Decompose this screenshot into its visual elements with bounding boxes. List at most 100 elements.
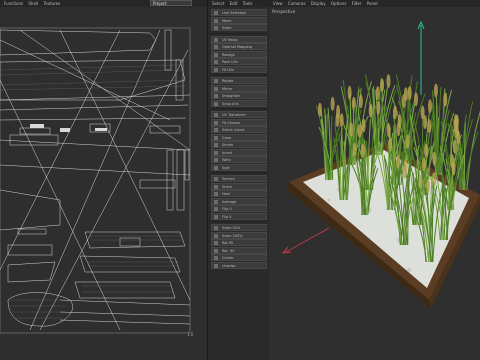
- tool-button[interactable]: Heal: [211, 190, 267, 197]
- tool-button-label: Center: [222, 256, 234, 260]
- tool-button-label: Pack UVs: [222, 60, 238, 64]
- tool-icon: [214, 60, 218, 64]
- tool-icon: [214, 214, 218, 219]
- tool-button-label: Optimal Mapping: [222, 45, 252, 49]
- tool-button[interactable]: Weld: [211, 156, 267, 163]
- tool-icon: [214, 158, 218, 162]
- tool-button[interactable]: UV Relax: [211, 35, 267, 43]
- tool-button[interactable]: Fit UVs: [211, 65, 267, 73]
- tool-button[interactable]: Optimal Mapping: [211, 43, 267, 50]
- uv-highlights: [30, 124, 107, 132]
- tool-button[interactable]: Shrink: [211, 141, 267, 148]
- tool-button[interactable]: UV Transform: [211, 111, 267, 118]
- tool-icon: [214, 120, 218, 125]
- tool-button[interactable]: Rotate: [211, 77, 267, 84]
- tool-icon: [214, 52, 218, 57]
- tool-icon: [214, 101, 218, 106]
- tool-icon: [214, 192, 218, 196]
- tool-button[interactable]: Live Selection: [211, 9, 267, 16]
- tool-icon: [214, 165, 218, 170]
- tool-button[interactable]: Center: [211, 254, 267, 261]
- tool-button-label: Fit UVs: [222, 67, 234, 72]
- tool-button[interactable]: Unwrap: [211, 261, 267, 269]
- tool-button[interactable]: Flip V: [211, 212, 267, 220]
- tool-button-label: Rot 90: [222, 241, 234, 245]
- tool-button[interactable]: Fit Canvas: [211, 118, 267, 126]
- tool-button-label: Snap UVs: [222, 101, 239, 106]
- tool-button[interactable]: Stitch: [211, 182, 267, 190]
- tool-button-label: Split: [222, 165, 230, 170]
- tool-button[interactable]: Rot 90: [211, 239, 267, 246]
- x-axis-line: [285, 227, 330, 253]
- tool-icon: [214, 37, 218, 42]
- tool-button[interactable]: Pack UVs: [211, 58, 267, 65]
- tools-menu-select[interactable]: Select: [212, 1, 224, 6]
- uv-mesh-grid: [0, 64, 187, 319]
- tool-button[interactable]: Realign: [211, 50, 267, 58]
- tool-icon: [214, 263, 218, 268]
- tool-icon: [214, 143, 218, 147]
- tool-icon: [214, 233, 218, 238]
- uv-corner-mark: 1.0: [187, 332, 194, 337]
- tool-icon: [214, 135, 218, 140]
- uv-editor-panel: Functions Shell Textures Project 1.0: [0, 0, 207, 360]
- tools-menu-tools[interactable]: Tools: [243, 1, 253, 6]
- tool-button[interactable]: Move: [211, 16, 267, 24]
- tool-button-label: Scale 200%: [222, 233, 243, 238]
- tool-button-label: UV Transform: [222, 113, 246, 117]
- tool-button-label: Unwrap: [222, 263, 236, 268]
- scene-render: [281, 20, 480, 308]
- tool-button-label: Average: [222, 199, 237, 204]
- viewport-panel[interactable]: View Cameras Display Options Filter Pane…: [269, 0, 480, 360]
- tool-button-label: Stitch: [222, 184, 233, 189]
- tool-icon: [214, 26, 218, 30]
- tool-icon: [214, 113, 218, 117]
- tool-group-divider: [211, 32, 267, 34]
- tool-button-label: Grow: [222, 135, 232, 140]
- tool-group-divider: [211, 172, 267, 173]
- tool-button-label: Scale 50%: [222, 226, 241, 230]
- tool-button[interactable]: Invert: [211, 148, 267, 156]
- tool-button[interactable]: Select Island: [211, 126, 267, 133]
- tool-button[interactable]: Scale 50%: [211, 224, 267, 231]
- uv-wireframe[interactable]: 1.0: [0, 0, 207, 360]
- tool-button-label: UV Relax: [222, 37, 238, 42]
- tool-icon: [214, 177, 218, 181]
- tool-icon: [214, 18, 218, 23]
- tool-icon: [214, 94, 218, 98]
- tools-menu-edit[interactable]: Edit: [230, 1, 238, 6]
- tool-button[interactable]: Flip U: [211, 205, 267, 212]
- tool-button[interactable]: Mirror: [211, 84, 267, 92]
- tool-icon: [214, 248, 218, 253]
- tool-button[interactable]: Average: [211, 197, 267, 205]
- tool-button[interactable]: Straighten: [211, 92, 267, 99]
- tool-button-label: Rot -90: [222, 248, 235, 253]
- tool-icon: [214, 184, 218, 189]
- tool-button-label: Flip U: [222, 207, 232, 211]
- tool-button-label: Scale: [222, 26, 232, 30]
- tool-icon: [214, 86, 218, 91]
- tool-button[interactable]: Scale 200%: [211, 231, 267, 239]
- tool-button[interactable]: Terrace: [211, 175, 267, 182]
- tool-group-divider: [211, 74, 267, 75]
- tool-icon: [214, 150, 218, 155]
- tool-icon: [214, 226, 218, 230]
- tool-icon: [214, 241, 218, 245]
- tool-button-label: Terrace: [222, 177, 235, 181]
- tools-menu-bar: Select Edit Tools: [208, 0, 270, 7]
- tool-icon: [214, 128, 218, 132]
- tool-button[interactable]: Snap UVs: [211, 99, 267, 107]
- tool-button[interactable]: Scale: [211, 24, 267, 31]
- tool-icon: [214, 207, 218, 211]
- tool-button-label: Heal: [222, 192, 230, 196]
- tool-icon: [214, 199, 218, 204]
- uv-islands: [0, 29, 191, 331]
- tool-button-label: Flip V: [222, 214, 232, 219]
- tool-button[interactable]: Rot -90: [211, 246, 267, 254]
- tool-group-divider: [211, 221, 267, 222]
- tool-icon: [214, 45, 218, 49]
- tool-button-label: Fit Canvas: [222, 120, 241, 125]
- tool-button[interactable]: Grow: [211, 133, 267, 141]
- tool-button-label: Mirror: [222, 86, 233, 91]
- tool-button[interactable]: Split: [211, 163, 267, 171]
